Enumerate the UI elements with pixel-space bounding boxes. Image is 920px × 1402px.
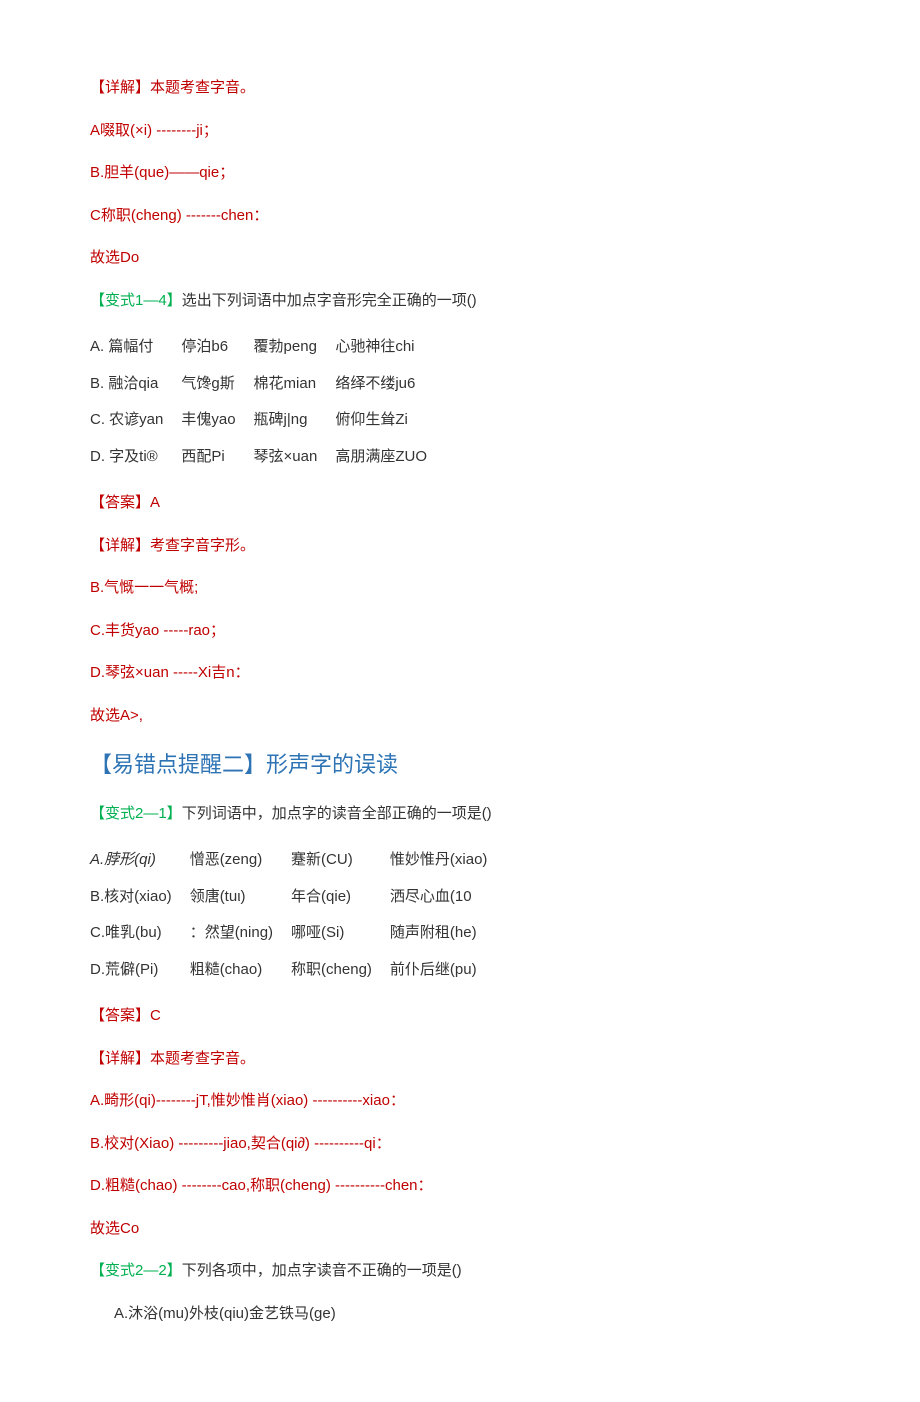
exp-b: B.气慨一一气概; bbox=[90, 574, 830, 603]
choose-1: 故选Do bbox=[90, 244, 830, 273]
table-row: A.脖形(qi) 憎恶(zeng) 蹇新(CU) 惟妙惟丹(xiao) bbox=[90, 842, 505, 879]
exp2-b: B.校对(Xiao) ---------jiao,契合(qi∂) -------… bbox=[90, 1130, 830, 1159]
cell: 随声附租(he) bbox=[390, 915, 506, 952]
variant-label: 【变式2—1】 bbox=[90, 805, 182, 822]
variant-text: 下列各项中，加点字读音不正确的一项是() bbox=[182, 1262, 462, 1279]
variant-label: 【变式2—2】 bbox=[90, 1262, 182, 1279]
cell: 覆勃peng bbox=[254, 329, 336, 366]
cell: 称职(cheng) bbox=[291, 952, 390, 989]
cell: 洒尽心血(10 bbox=[390, 879, 506, 916]
cell: B. 融洽qia bbox=[90, 366, 181, 403]
table-row: D.荒僻(Pi) 粗糙(chao) 称职(cheng) 前仆后继(pu) bbox=[90, 952, 505, 989]
cell: 西配Pi bbox=[181, 439, 253, 476]
detail-label: 【详解】 bbox=[90, 537, 150, 554]
cell: 棉花mian bbox=[254, 366, 336, 403]
options-table-2: A.脖形(qi) 憎恶(zeng) 蹇新(CU) 惟妙惟丹(xiao) B.核对… bbox=[90, 842, 505, 988]
cell: 停泊b6 bbox=[181, 329, 253, 366]
cell: 琴弦×uan bbox=[254, 439, 336, 476]
cell: 年合(qie) bbox=[291, 879, 390, 916]
exp-c: C.丰货yao -----rao； bbox=[90, 617, 830, 646]
exp2-d: D.粗糙(chao) --------cao,称职(cheng) -------… bbox=[90, 1172, 830, 1201]
cell: 前仆后继(pu) bbox=[390, 952, 506, 989]
table-row: C.唯乳(bu) ：然望(ning) 哪哑(Si) 随声附租(he) bbox=[90, 915, 505, 952]
cell: 高朋满座ZUO bbox=[335, 439, 445, 476]
cell: 瓶碑j|ng bbox=[254, 402, 336, 439]
answer-label: 【答案】 bbox=[90, 1007, 150, 1024]
cell: 领唐(tuι) bbox=[190, 879, 291, 916]
cell: 俯仰生耸Zi bbox=[335, 402, 445, 439]
choose-3: 故选Co bbox=[90, 1215, 830, 1244]
cell: 丰傀yao bbox=[181, 402, 253, 439]
cell: 蹇新(CU) bbox=[291, 842, 390, 879]
cell: 惟妙惟丹(xiao) bbox=[390, 842, 506, 879]
cell: C.唯乳(bu) bbox=[90, 915, 190, 952]
detail-3: 【详解】本题考查字音。 bbox=[90, 1045, 830, 1074]
table-row: B.核对(xiao) 领唐(tuι) 年合(qie) 洒尽心血(10 bbox=[90, 879, 505, 916]
detail-text: 本题考查字音。 bbox=[150, 1050, 255, 1067]
exp-line-c: C称职(cheng) -------chen： bbox=[90, 202, 830, 231]
table-row: A. 篇幅付 停泊b6 覆勃peng 心驰神往chi bbox=[90, 329, 445, 366]
table-row: B. 融洽qia 气馋ɡ斯 棉花mian 络绎不缕ju6 bbox=[90, 366, 445, 403]
cell: D.荒僻(Pi) bbox=[90, 952, 190, 989]
variant-label: 【变式1—4】 bbox=[90, 292, 182, 309]
variant-1-4: 【变式1—4】选出下列词语中加点字音形完全正确的一项() bbox=[90, 287, 830, 316]
exp-line-a: A啜取(×i) --------ji； bbox=[90, 117, 830, 146]
answer-val: A bbox=[150, 494, 160, 511]
exp2-a: A.畸形(qi)--------jT,惟妙惟肖(xiao) ----------… bbox=[90, 1087, 830, 1116]
heading-error-2: 【易错点提醒二】形声字的误读 bbox=[90, 744, 830, 786]
variant-2-2: 【变式2—2】下列各项中，加点字读音不正确的一项是() bbox=[90, 1257, 830, 1286]
cell: 哪哑(Si) bbox=[291, 915, 390, 952]
choose-2: 故选A>, bbox=[90, 702, 830, 731]
answer-val: C bbox=[150, 1007, 161, 1024]
detail-label: 【详解】 bbox=[90, 79, 150, 96]
cell: C. 农谚yan bbox=[90, 402, 181, 439]
detail-text: 考查字音字形。 bbox=[150, 537, 255, 554]
exp-d: D.琴弦×uan -----Xi吉n： bbox=[90, 659, 830, 688]
exp-line-b: B.胆羊(que)——qie； bbox=[90, 159, 830, 188]
cell: 气馋ɡ斯 bbox=[181, 366, 253, 403]
detail-1: 【详解】本题考查字音。 bbox=[90, 74, 830, 103]
cell: B.核对(xiao) bbox=[90, 879, 190, 916]
cell: ：然望(ning) bbox=[190, 915, 291, 952]
variant-2-1: 【变式2—1】下列词语中，加点字的读音全部正确的一项是() bbox=[90, 800, 830, 829]
cell: D. 字及ti® bbox=[90, 439, 181, 476]
options-table-1: A. 篇幅付 停泊b6 覆勃peng 心驰神往chi B. 融洽qia 气馋ɡ斯… bbox=[90, 329, 445, 475]
detail-text: 本题考查字音。 bbox=[150, 79, 255, 96]
detail-2: 【详解】考查字音字形。 bbox=[90, 532, 830, 561]
answer-2: 【答案】C bbox=[90, 1002, 830, 1031]
variant-text: 下列词语中，加点字的读音全部正确的一项是() bbox=[182, 805, 492, 822]
cell: A.脖形(qi) bbox=[90, 842, 190, 879]
detail-label: 【详解】 bbox=[90, 1050, 150, 1067]
answer-1: 【答案】A bbox=[90, 489, 830, 518]
variant-text: 选出下列词语中加点字音形完全正确的一项() bbox=[182, 292, 477, 309]
cell: A. 篇幅付 bbox=[90, 329, 181, 366]
table-row: C. 农谚yan 丰傀yao 瓶碑j|ng 俯仰生耸Zi bbox=[90, 402, 445, 439]
cell: 粗糙(chao) bbox=[190, 952, 291, 989]
answer-label: 【答案】 bbox=[90, 494, 150, 511]
cell: 憎恶(zeng) bbox=[190, 842, 291, 879]
cell: 络绎不缕ju6 bbox=[335, 366, 445, 403]
cell: 心驰神往chi bbox=[335, 329, 445, 366]
opt-a: A.沐浴(mu)外枝(qiu)金艺铁马(ge) bbox=[90, 1300, 830, 1329]
table-row: D. 字及ti® 西配Pi 琴弦×uan 高朋满座ZUO bbox=[90, 439, 445, 476]
